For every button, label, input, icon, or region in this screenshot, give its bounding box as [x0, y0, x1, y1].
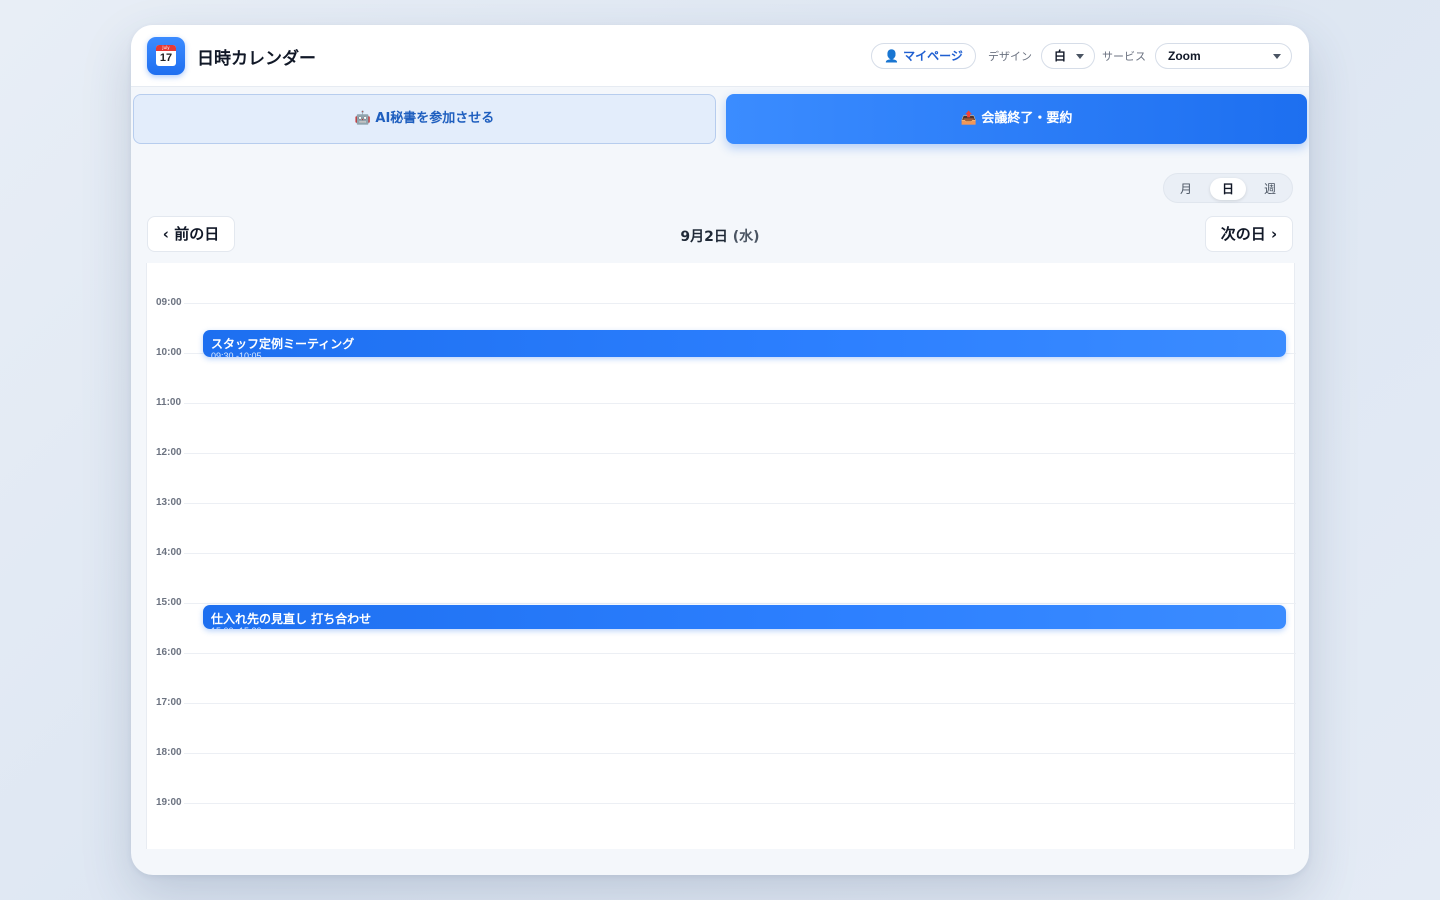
app-window: July 17 日時カレンダー 👤 マイページ デザイン 白 サービス Zoom… [131, 25, 1309, 875]
chevron-down-icon [1076, 54, 1084, 59]
hour-row: 17:00 [147, 697, 1296, 708]
prev-day-button[interactable]: ‹ 前の日 [147, 216, 235, 252]
day-timeline-grid: 09:00 10:00 11:00 12:00 13:00 14:00 15:00 16:00… [146, 263, 1296, 849]
hour-gridline [184, 553, 1296, 554]
hour-label: 12:00 [156, 447, 182, 458]
hour-label: 13:00 [156, 497, 182, 508]
event-time: 15:00 -15:30 [211, 626, 262, 629]
hour-label: 17:00 [156, 697, 182, 708]
hour-row: 11:00 [147, 397, 1296, 408]
hour-row: 19:00 [147, 797, 1296, 808]
current-date: 9月2日 (水) [620, 226, 820, 246]
view-option-day[interactable]: 日 [1210, 178, 1246, 200]
hour-gridline [184, 403, 1296, 404]
hour-row: 13:00 [147, 497, 1296, 508]
chevron-down-icon [1273, 54, 1281, 59]
hour-gridline [184, 603, 1296, 604]
hour-label: 09:00 [156, 297, 182, 308]
app-title: 日時カレンダー [197, 49, 316, 69]
design-select[interactable]: 白 [1041, 43, 1095, 69]
hour-label: 18:00 [156, 747, 182, 758]
view-option-week[interactable]: 週 [1252, 178, 1288, 200]
date-text: 9月2日 [680, 229, 728, 245]
hour-gridline [184, 753, 1296, 754]
calendar-event[interactable]: 仕入れ先の見直し 打ち合わせ15:00 -15:30 [203, 605, 1286, 629]
hour-label: 11:00 [156, 397, 182, 408]
hour-label: 16:00 [156, 647, 182, 658]
hour-label: 15:00 [156, 597, 182, 608]
next-day-button[interactable]: 次の日 › [1205, 216, 1293, 252]
hour-label: 19:00 [156, 797, 182, 808]
hour-row: 12:00 [147, 447, 1296, 458]
hour-gridline [184, 653, 1296, 654]
view-option-month[interactable]: 月 [1168, 178, 1204, 200]
hour-gridline [184, 703, 1296, 704]
calendar-icon-day: 17 [159, 52, 173, 64]
hour-label: 14:00 [156, 547, 182, 558]
hour-row: 15:00 [147, 597, 1296, 608]
service-label: サービス [1102, 50, 1146, 63]
hour-label: 10:00 [156, 347, 182, 358]
event-time: 09:30 -10:05 [211, 351, 262, 358]
hour-gridline [184, 803, 1296, 804]
design-select-value: 白 [1054, 49, 1067, 63]
view-toggle: 月 日 週 [1163, 173, 1293, 203]
event-title: 仕入れ先の見直し 打ち合わせ [211, 612, 372, 626]
end-meeting-summary-button[interactable]: 📤 会議終了・要約 [726, 94, 1307, 144]
hour-row: 16:00 [147, 647, 1296, 658]
hour-row: 09:00 [147, 297, 1296, 308]
service-select[interactable]: Zoom [1155, 43, 1292, 69]
design-label: デザイン [988, 50, 1032, 63]
mypage-button[interactable]: 👤 マイページ [871, 43, 976, 69]
calendar-event[interactable]: スタッフ定例ミーティング 09:30 -10:05 [203, 330, 1286, 358]
event-title: スタッフ定例ミーティング [211, 337, 355, 351]
hour-gridline [184, 303, 1296, 304]
calendar-app-icon: July 17 [147, 37, 185, 75]
hour-row: 14:00 [147, 547, 1296, 558]
calendar-icon: July 17 [156, 45, 176, 66]
weekday-text: (水) [732, 229, 760, 245]
hour-row: 18:00 [147, 747, 1296, 758]
hour-gridline [184, 453, 1296, 454]
service-select-value: Zoom [1168, 49, 1201, 63]
ai-secretary-join-button[interactable]: 🤖 AI秘書を参加させる [133, 94, 716, 144]
app-header: July 17 日時カレンダー 👤 マイページ デザイン 白 サービス Zoom [131, 25, 1309, 87]
hour-gridline [184, 503, 1296, 504]
